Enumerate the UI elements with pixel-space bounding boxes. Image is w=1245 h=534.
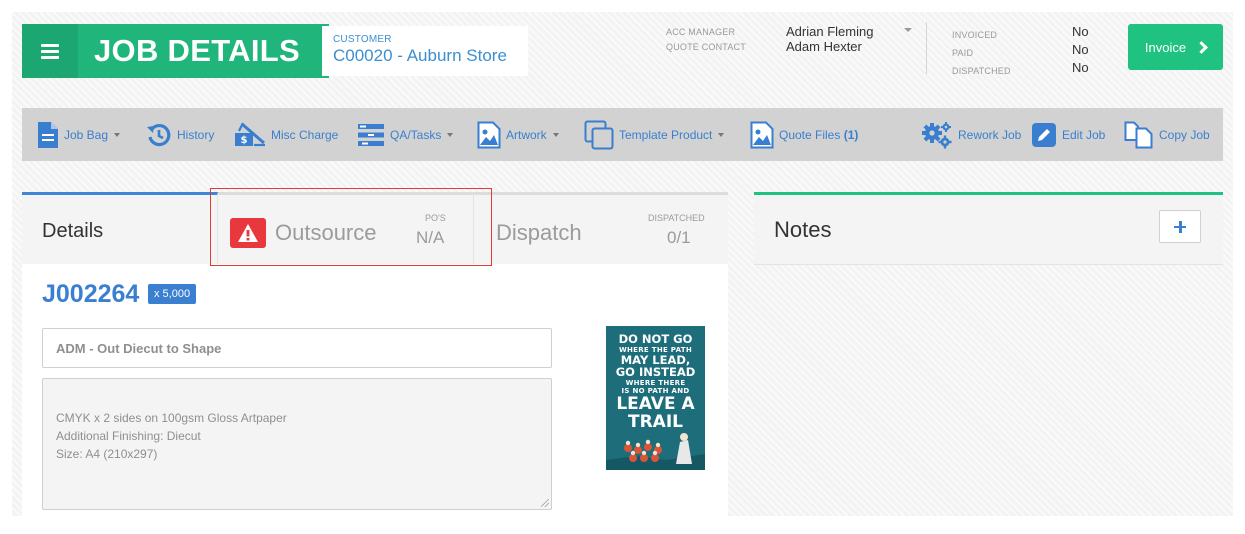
copy-job-label: Copy Job	[1159, 127, 1210, 142]
contact-values: Adrian Fleming Adam Hexter	[786, 24, 873, 54]
edit-icon	[1032, 122, 1056, 147]
job-description-text: CMYK x 2 sides on 100gsm Gloss Artpaper …	[56, 411, 287, 461]
job-bag-menu[interactable]: Job Bag	[37, 108, 121, 161]
invoiced-value: No	[1072, 24, 1089, 39]
action-toolbar: Job Bag History $ Misc Charge QA/Tasks A…	[22, 108, 1223, 161]
misc-charge-label: Misc Charge	[271, 127, 339, 142]
dispatched-count-label: DISPATCHED	[648, 213, 705, 223]
job-description-field[interactable]: CMYK x 2 sides on 100gsm Gloss Artpaper …	[42, 378, 552, 510]
svg-text:$: $	[241, 135, 248, 146]
contact-labels: ACC MANAGER QUOTE CONTACT	[666, 25, 746, 55]
image-file-icon	[750, 121, 774, 148]
artwork-poster-text: DO NOT GO WHERE THE PATH MAY LEAD, GO IN…	[606, 333, 705, 431]
poster-line: LEAVE A	[616, 393, 695, 414]
dispatched-value: No	[1072, 60, 1089, 75]
quote-files-count: (1)	[843, 127, 859, 142]
notes-panel: Notes	[754, 192, 1223, 265]
quote-files-label: Quote Files	[779, 127, 841, 142]
rework-job-label: Rework Job	[958, 127, 1022, 142]
page: JOB DETAILS CUSTOMER C00020 - Auburn Sto…	[12, 12, 1233, 516]
quantity-badge: x 5,000	[148, 284, 197, 304]
acc-manager-dropdown-icon[interactable]	[904, 28, 912, 32]
job-details-panel: Details Outsource PO'S N/A Dispatch DISP…	[22, 192, 728, 516]
invoiced-label: INVOICED	[952, 30, 998, 40]
tab-details-label: Details	[42, 220, 104, 242]
customer-link[interactable]: C00020 - Auburn Store	[333, 46, 528, 66]
dispatched-count-value: 0/1	[667, 228, 691, 247]
quote-contact-label: QUOTE CONTACT	[666, 42, 746, 52]
quote-contact-value: Adam Hexter	[786, 39, 862, 54]
history-button[interactable]: History	[146, 108, 214, 161]
add-note-button[interactable]	[1159, 210, 1201, 243]
edit-job-button[interactable]: Edit Job	[1031, 108, 1105, 161]
invoice-button-label: Invoice	[1144, 39, 1187, 55]
acc-manager-label: ACC MANAGER	[666, 27, 736, 37]
status-values: No No No	[1072, 23, 1089, 77]
tasks-list-icon	[358, 123, 384, 146]
rework-job-button[interactable]: Rework Job	[921, 108, 1021, 161]
qa-tasks-menu[interactable]: QA/Tasks	[357, 108, 454, 161]
paid-label: PAID	[952, 48, 974, 58]
notes-title: Notes	[774, 217, 832, 242]
customer-box[interactable]: CUSTOMER C00020 - Auburn Store	[322, 26, 528, 76]
history-icon	[147, 123, 171, 146]
tab-dispatch[interactable]: Dispatch DISPATCHED 0/1	[474, 192, 728, 264]
caret-down-icon	[552, 132, 559, 137]
edit-job-label: Edit Job	[1062, 127, 1106, 142]
header-divider	[926, 22, 927, 74]
job-number: J002264	[42, 280, 140, 308]
artwork-thumbnail[interactable]: DO NOT GO WHERE THE PATH MAY LEAD, GO IN…	[606, 326, 705, 470]
caret-down-icon	[447, 132, 454, 137]
copy-icon	[1124, 121, 1153, 148]
misc-charge-icon: $	[235, 122, 265, 146]
tab-dispatch-label: Dispatch	[496, 220, 582, 245]
app-header: JOB DETAILS	[22, 24, 329, 78]
po-count-label: PO'S	[425, 213, 446, 223]
menu-button[interactable]	[22, 24, 78, 78]
customer-label: CUSTOMER	[333, 34, 392, 45]
plus-icon	[1174, 220, 1186, 233]
tab-details[interactable]: Details	[22, 192, 218, 264]
poster-line: DO NOT GO	[618, 332, 693, 346]
tab-outsource-label: Outsource	[275, 220, 377, 245]
history-label: History	[177, 127, 215, 142]
artwork-label: Artwork	[506, 127, 547, 142]
image-file-icon	[477, 121, 501, 148]
caret-down-icon	[718, 132, 725, 137]
page-title: JOB DETAILS	[94, 33, 300, 68]
tab-outsource[interactable]: Outsource PO'S N/A	[218, 192, 474, 264]
invoice-button[interactable]: Invoice	[1128, 24, 1223, 70]
template-product-label: Template Product	[619, 127, 713, 142]
poster-line: GO INSTEAD	[615, 365, 696, 379]
resize-handle[interactable]	[541, 499, 549, 507]
quote-files-button[interactable]: Quote Files (1)	[750, 108, 858, 161]
chevron-right-icon	[1195, 40, 1208, 54]
artwork-menu[interactable]: Artwork	[477, 108, 559, 161]
caret-down-icon	[114, 132, 121, 137]
job-bag-label: Job Bag	[64, 127, 109, 142]
poster-line: TRAIL	[627, 411, 683, 432]
template-product-menu[interactable]: Template Product	[584, 108, 725, 161]
acc-manager-value[interactable]: Adrian Fleming	[786, 24, 873, 39]
gears-icon	[922, 121, 952, 148]
copy-template-icon	[584, 120, 614, 149]
paid-value: No	[1072, 42, 1089, 57]
job-tabs: Details Outsource PO'S N/A Dispatch DISP…	[22, 192, 728, 264]
po-count-value: N/A	[416, 228, 445, 247]
poster-line: WHERE THERE	[625, 378, 686, 387]
misc-charge-button[interactable]: $ Misc Charge	[234, 108, 338, 161]
job-title-field[interactable]: ADM - Out Diecut to Shape	[42, 328, 552, 368]
hamburger-icon	[41, 44, 59, 59]
status-labels: INVOICED PAID DISPATCHED	[952, 26, 1011, 80]
qa-tasks-label: QA/Tasks	[390, 127, 442, 142]
document-icon	[38, 121, 58, 148]
dispatched-label: DISPATCHED	[952, 66, 1011, 76]
poster-illustration	[606, 433, 705, 470]
copy-job-button[interactable]: Copy Job	[1124, 108, 1210, 161]
warning-icon	[230, 218, 266, 248]
